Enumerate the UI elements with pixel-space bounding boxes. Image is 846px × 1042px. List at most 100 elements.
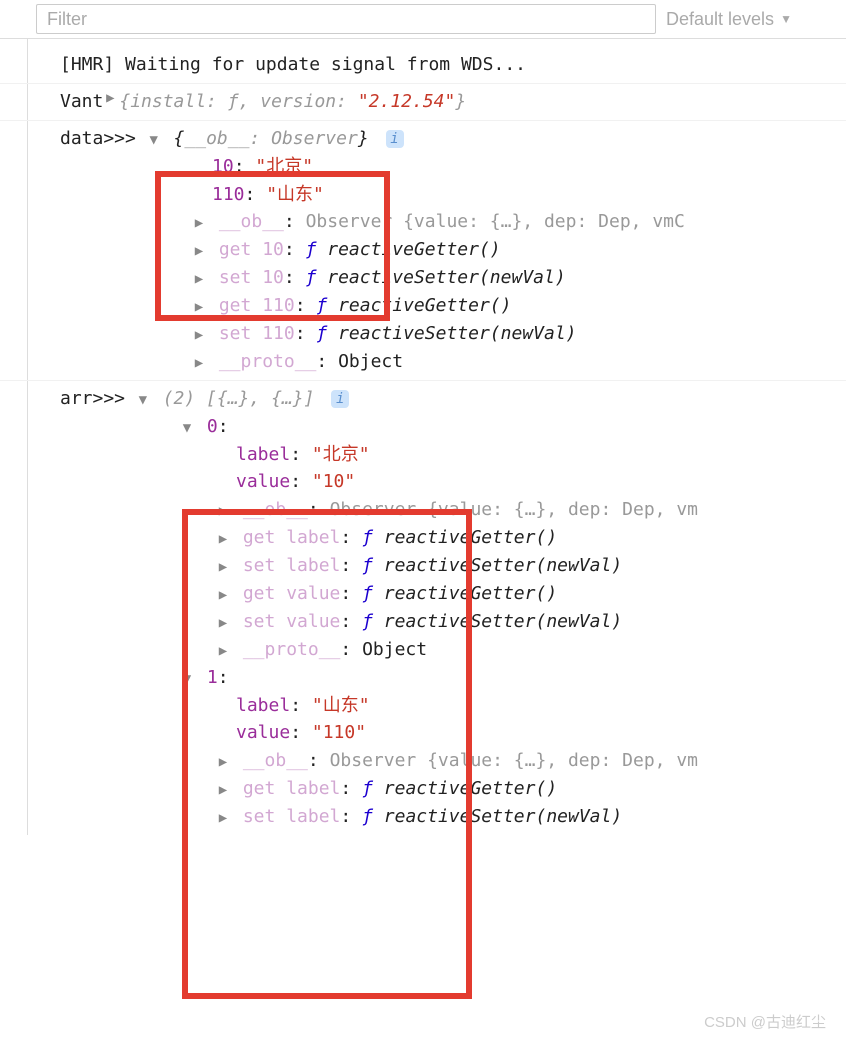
expand-icon[interactable] bbox=[216, 585, 230, 607]
type-name: Observer bbox=[271, 128, 358, 149]
collapse-icon[interactable] bbox=[136, 390, 150, 412]
object-key: version: bbox=[260, 91, 358, 112]
property-key: __proto__ bbox=[243, 639, 341, 660]
separator: , bbox=[239, 91, 261, 112]
object-property[interactable]: value: "110" bbox=[60, 719, 846, 747]
property-key: get 10 bbox=[219, 239, 284, 260]
property-key: set 10 bbox=[219, 267, 284, 288]
object-property[interactable]: set 10: ƒ reactiveSetter(newVal) bbox=[60, 264, 846, 292]
expand-icon[interactable] bbox=[216, 641, 230, 663]
array-header[interactable]: (2) [{…}, {…}] bbox=[163, 388, 315, 409]
function-symbol: ƒ bbox=[306, 267, 328, 288]
string-value: "10" bbox=[312, 471, 355, 492]
type-name: Object bbox=[362, 639, 427, 660]
string-value: "北京" bbox=[255, 156, 313, 177]
property-key: set 110 bbox=[219, 323, 295, 344]
expand-icon[interactable] bbox=[216, 613, 230, 635]
expand-icon[interactable] bbox=[192, 269, 206, 291]
function-symbol: ƒ bbox=[362, 778, 384, 799]
object-property[interactable]: __ob__: Observer {value: {…}, dep: Dep, … bbox=[60, 208, 846, 236]
function-sig: reactiveGetter() bbox=[327, 239, 500, 260]
colon: : bbox=[290, 722, 312, 743]
function-sig: reactiveGetter() bbox=[338, 295, 511, 316]
log-levels-dropdown[interactable]: Default levels ▼ bbox=[666, 9, 792, 30]
object-property[interactable]: set value: ƒ reactiveSetter(newVal) bbox=[60, 608, 846, 636]
property-key: get 110 bbox=[219, 295, 295, 316]
colon: : bbox=[284, 267, 306, 288]
property-key: set label bbox=[243, 555, 341, 576]
property-key: set value bbox=[243, 611, 341, 632]
expand-icon[interactable] bbox=[216, 501, 230, 523]
brace: } bbox=[358, 128, 369, 149]
object-property[interactable]: get 10: ƒ reactiveGetter() bbox=[60, 236, 846, 264]
log-entry: arr>>> (2) [{…}, {…}] i 0: label: "北京" v… bbox=[0, 380, 846, 835]
expand-icon[interactable] bbox=[192, 241, 206, 263]
array-item[interactable]: 1: bbox=[60, 664, 846, 692]
property-key: get label bbox=[243, 527, 341, 548]
function-symbol: ƒ bbox=[362, 527, 384, 548]
string-value: "110" bbox=[312, 722, 366, 743]
object-preview: Observer {value: {…}, dep: Dep, vm bbox=[330, 499, 698, 520]
collapse-icon[interactable] bbox=[147, 130, 161, 152]
array-index: 0 bbox=[207, 416, 218, 437]
type-name: Object bbox=[338, 351, 403, 372]
colon: : bbox=[295, 323, 317, 344]
levels-label: Default levels bbox=[666, 9, 774, 30]
object-property[interactable]: get label: ƒ reactiveGetter() bbox=[60, 775, 846, 803]
object-property[interactable]: get value: ƒ reactiveGetter() bbox=[60, 580, 846, 608]
object-property[interactable]: set 110: ƒ reactiveSetter(newVal) bbox=[60, 320, 846, 348]
expand-icon[interactable] bbox=[216, 808, 230, 830]
chevron-down-icon: ▼ bbox=[780, 12, 792, 26]
object-property[interactable]: __proto__: Object bbox=[60, 636, 846, 664]
expand-icon[interactable] bbox=[103, 88, 117, 116]
expand-icon[interactable] bbox=[192, 353, 206, 375]
function-sig: reactiveGetter() bbox=[384, 583, 557, 604]
expand-icon[interactable] bbox=[216, 780, 230, 802]
string-value: "山东" bbox=[266, 184, 324, 205]
object-key: install: bbox=[130, 91, 228, 112]
function-sig: reactiveSetter(newVal) bbox=[338, 323, 576, 344]
colon: : bbox=[340, 639, 362, 660]
object-property[interactable]: __ob__: Observer {value: {…}, dep: Dep, … bbox=[60, 496, 846, 524]
object-header[interactable]: {__ob__: Observer} bbox=[174, 128, 380, 149]
object-property[interactable]: get 110: ƒ reactiveGetter() bbox=[60, 292, 846, 320]
object-property[interactable]: __ob__: Observer {value: {…}, dep: Dep, … bbox=[60, 747, 846, 775]
expand-icon[interactable] bbox=[216, 529, 230, 551]
object-preview[interactable]: {install: ƒ, version: "2.12.54"} bbox=[119, 88, 466, 116]
collapse-icon[interactable] bbox=[180, 669, 194, 691]
function-symbol: ƒ bbox=[362, 806, 384, 827]
function-symbol: ƒ bbox=[306, 239, 328, 260]
function-sig: reactiveSetter(newVal) bbox=[384, 611, 622, 632]
object-property[interactable]: 10: "北京" bbox=[60, 153, 846, 181]
colon: : bbox=[316, 351, 338, 372]
array-item[interactable]: 0: bbox=[60, 413, 846, 441]
property-key: value bbox=[236, 471, 290, 492]
expand-icon[interactable] bbox=[216, 557, 230, 579]
expand-icon[interactable] bbox=[192, 213, 206, 235]
object-property[interactable]: __proto__: Object bbox=[60, 348, 846, 376]
expand-icon[interactable] bbox=[216, 752, 230, 774]
log-entry: Vant {install: ƒ, version: "2.12.54"} bbox=[0, 84, 846, 121]
expand-icon[interactable] bbox=[192, 297, 206, 319]
filter-input[interactable] bbox=[36, 4, 656, 34]
object-property[interactable]: set label: ƒ reactiveSetter(newVal) bbox=[60, 803, 846, 831]
log-prefix: Vant bbox=[60, 88, 103, 116]
info-icon[interactable]: i bbox=[331, 390, 349, 408]
object-key: __ob__ bbox=[184, 128, 249, 149]
function-sig: reactiveSetter(newVal) bbox=[327, 267, 565, 288]
colon: : bbox=[245, 184, 267, 205]
expand-icon[interactable] bbox=[192, 325, 206, 347]
object-property[interactable]: get label: ƒ reactiveGetter() bbox=[60, 524, 846, 552]
object-property[interactable]: set label: ƒ reactiveSetter(newVal) bbox=[60, 552, 846, 580]
object-property[interactable]: value: "10" bbox=[60, 468, 846, 496]
object-preview: Observer {value: {…}, dep: Dep, vmC bbox=[306, 211, 685, 232]
colon: : bbox=[340, 527, 362, 548]
info-icon[interactable]: i bbox=[386, 130, 404, 148]
object-property[interactable]: label: "北京" bbox=[60, 441, 846, 469]
collapse-icon[interactable] bbox=[180, 418, 194, 440]
colon: : bbox=[290, 695, 312, 716]
function-sig: reactiveSetter(newVal) bbox=[384, 806, 622, 827]
object-property[interactable]: 110: "山东" bbox=[60, 181, 846, 209]
object-property[interactable]: label: "山东" bbox=[60, 692, 846, 720]
function-symbol: ƒ bbox=[316, 295, 338, 316]
